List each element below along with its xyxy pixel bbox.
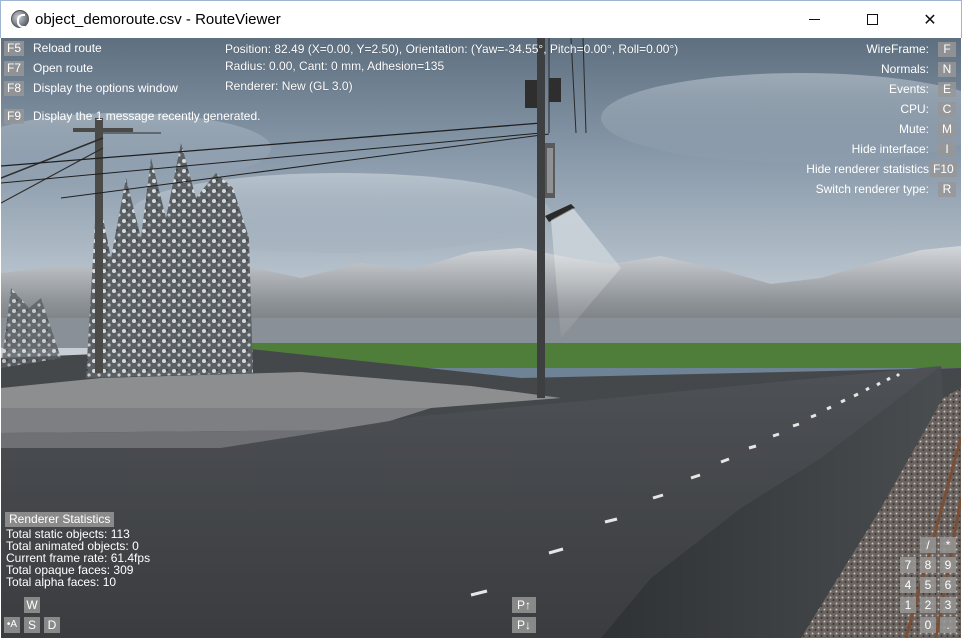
radius-readout: Radius: 0.00, Cant: 0 mm, Adhesion=135 (225, 59, 445, 73)
wireframe-key[interactable]: F (938, 42, 956, 57)
f5-key[interactable]: F5 (4, 41, 25, 56)
numpad-6-key[interactable]: 6 (940, 577, 956, 593)
numpad-slash-key[interactable]: / (920, 537, 936, 553)
page-up-key[interactable]: P↑ (512, 597, 536, 613)
page-down-key[interactable]: P↓ (512, 617, 536, 633)
cpu-label: CPU: (900, 102, 929, 116)
numpad-4-key[interactable]: 4 (900, 577, 916, 593)
numpad-0-key[interactable]: 0 (920, 617, 936, 633)
window-title: object_demoroute.csv - RouteViewer (35, 11, 281, 28)
stat-alpha-faces: Total alpha faces: 10 (6, 575, 117, 589)
cpu-key[interactable]: C (938, 102, 956, 117)
minimize-icon (808, 19, 820, 20)
w-key[interactable]: W (24, 597, 40, 613)
numpad-8-key[interactable]: 8 (920, 557, 936, 573)
route-3d-viewport[interactable]: F5 Reload route F7 Open route F8 Display… (1, 38, 961, 638)
messages-label[interactable]: Display the 1 message recently generated… (33, 109, 260, 124)
minimize-button[interactable] (791, 1, 837, 38)
options-window-label[interactable]: Display the options window (33, 81, 178, 96)
route-scene-render (1, 38, 961, 638)
mute-label: Mute: (898, 122, 929, 136)
f9-key[interactable]: F9 (4, 109, 25, 124)
f8-key[interactable]: F8 (4, 81, 25, 96)
normals-key[interactable]: N (938, 62, 956, 77)
switch-renderer-label: Switch renderer type: (815, 182, 929, 196)
close-button[interactable]: ✕ (907, 1, 953, 38)
mute-key[interactable]: M (938, 122, 956, 137)
normals-label: Normals: (880, 62, 929, 76)
switch-renderer-key[interactable]: R (938, 182, 956, 197)
events-label: Events: (888, 82, 929, 96)
numpad-1-key[interactable]: 1 (900, 597, 916, 613)
a-key[interactable]: •A (4, 617, 20, 633)
open-route-label[interactable]: Open route (33, 61, 93, 76)
numpad-2-key[interactable]: 2 (920, 597, 936, 613)
f7-key[interactable]: F7 (4, 61, 25, 76)
position-readout: Position: 82.49 (X=0.00, Y=2.50), Orient… (225, 42, 679, 56)
numpad-asterisk-key[interactable]: * (940, 537, 956, 553)
events-key[interactable]: E (938, 82, 956, 97)
close-icon: ✕ (923, 11, 937, 29)
numpad-9-key[interactable]: 9 (940, 557, 956, 573)
numpad-dot-key[interactable]: . (940, 617, 956, 633)
wireframe-label: WireFrame: (866, 42, 929, 56)
renderer-readout: Renderer: New (GL 3.0) (225, 79, 353, 93)
s-key[interactable]: S (24, 617, 40, 633)
maximize-icon (866, 14, 878, 25)
hide-stats-label: Hide renderer statistics (806, 162, 929, 176)
numpad-7-key[interactable]: 7 (900, 557, 916, 573)
hide-stats-key[interactable]: F10 (930, 162, 957, 177)
numpad-3-key[interactable]: 3 (940, 597, 956, 613)
renderer-statistics-heading: Renderer Statistics (5, 512, 115, 527)
routeviewer-app-icon (11, 10, 29, 28)
maximize-button[interactable] (849, 1, 895, 38)
reload-route-label[interactable]: Reload route (33, 41, 102, 56)
hide-interface-label: Hide interface: (851, 142, 929, 156)
hide-interface-key[interactable]: I (938, 142, 956, 157)
window-titlebar[interactable]: object_demoroute.csv - RouteViewer ✕ (0, 0, 962, 38)
a-key-label: A (10, 619, 18, 630)
d-key[interactable]: D (44, 617, 60, 633)
numpad-5-key[interactable]: 5 (920, 577, 936, 593)
